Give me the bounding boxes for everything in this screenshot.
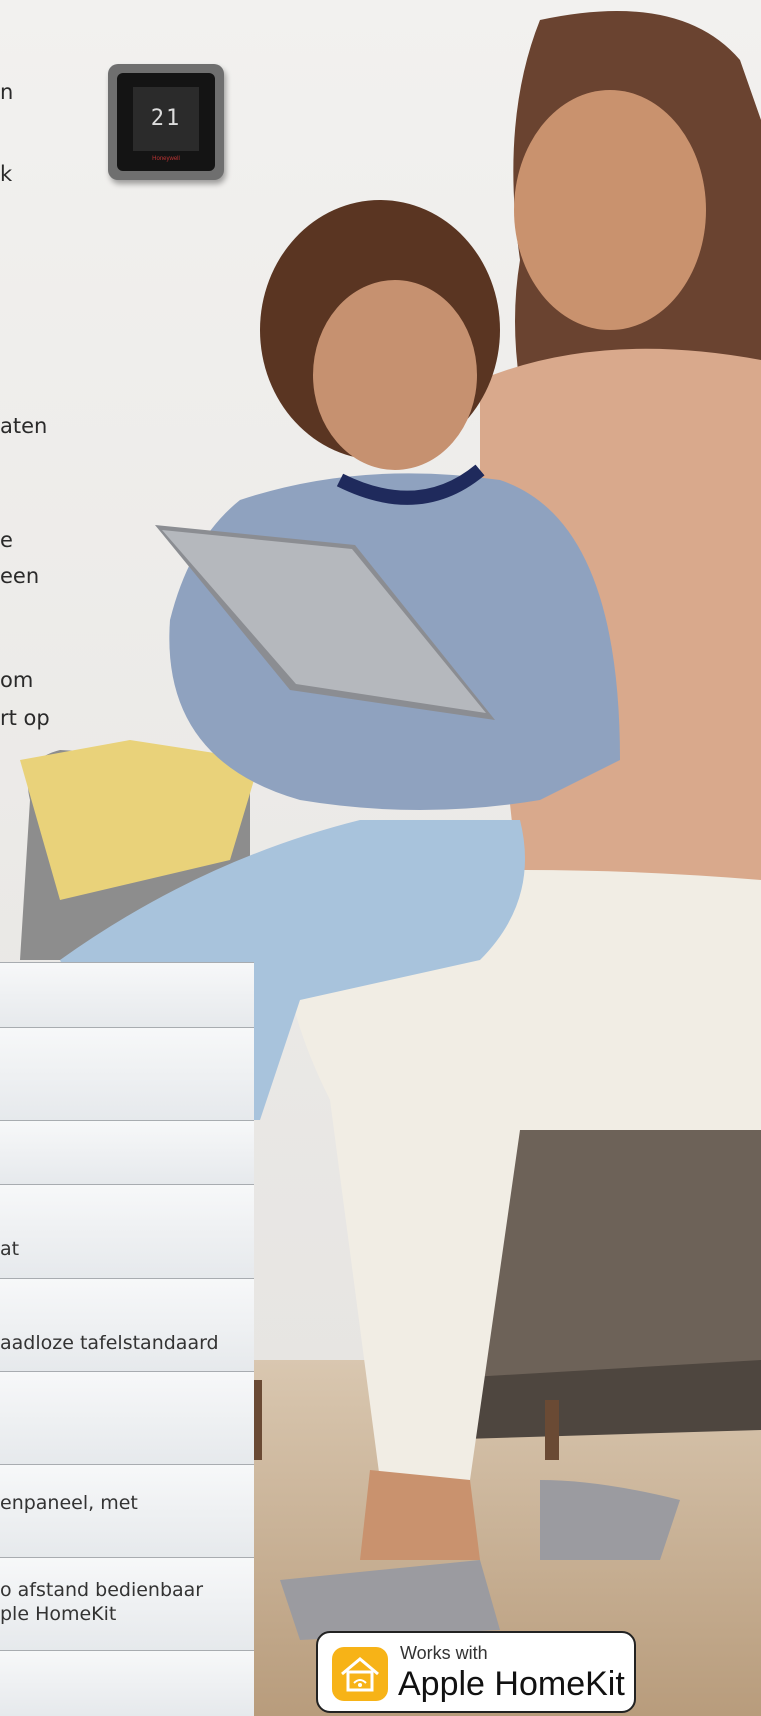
thermostat-device: 21 Honeywell xyxy=(108,64,224,180)
text-fragment: een xyxy=(0,564,40,588)
table-row xyxy=(0,1650,254,1716)
table-row: enpaneel, met xyxy=(0,1464,254,1557)
table-row xyxy=(0,1120,254,1184)
spec-table: at aadloze tafelstandaard enpaneel, met … xyxy=(0,962,254,1716)
thermostat-display: 21 xyxy=(133,87,199,151)
text-fragment: rt op xyxy=(0,706,50,730)
text-fragment: n xyxy=(0,80,14,104)
table-row: at xyxy=(0,1184,254,1278)
text-fragment: om xyxy=(0,668,34,692)
home-icon xyxy=(332,1647,388,1701)
badge-small-text: Works with xyxy=(400,1643,488,1663)
table-row: o afstand bedienbaar ple HomeKit xyxy=(0,1557,254,1650)
table-row xyxy=(0,962,254,1027)
text-fragment: e xyxy=(0,528,13,552)
works-with-homekit-badge: Works with Apple HomeKit xyxy=(316,1631,636,1713)
table-row xyxy=(0,1027,254,1120)
table-row: aadloze tafelstandaard xyxy=(0,1278,254,1371)
text-fragment: aten xyxy=(0,414,48,438)
badge-big-text: Apple HomeKit xyxy=(398,1665,625,1703)
table-row xyxy=(0,1371,254,1464)
thermostat-brand: Honeywell xyxy=(152,156,180,162)
text-fragment: k xyxy=(0,162,13,186)
